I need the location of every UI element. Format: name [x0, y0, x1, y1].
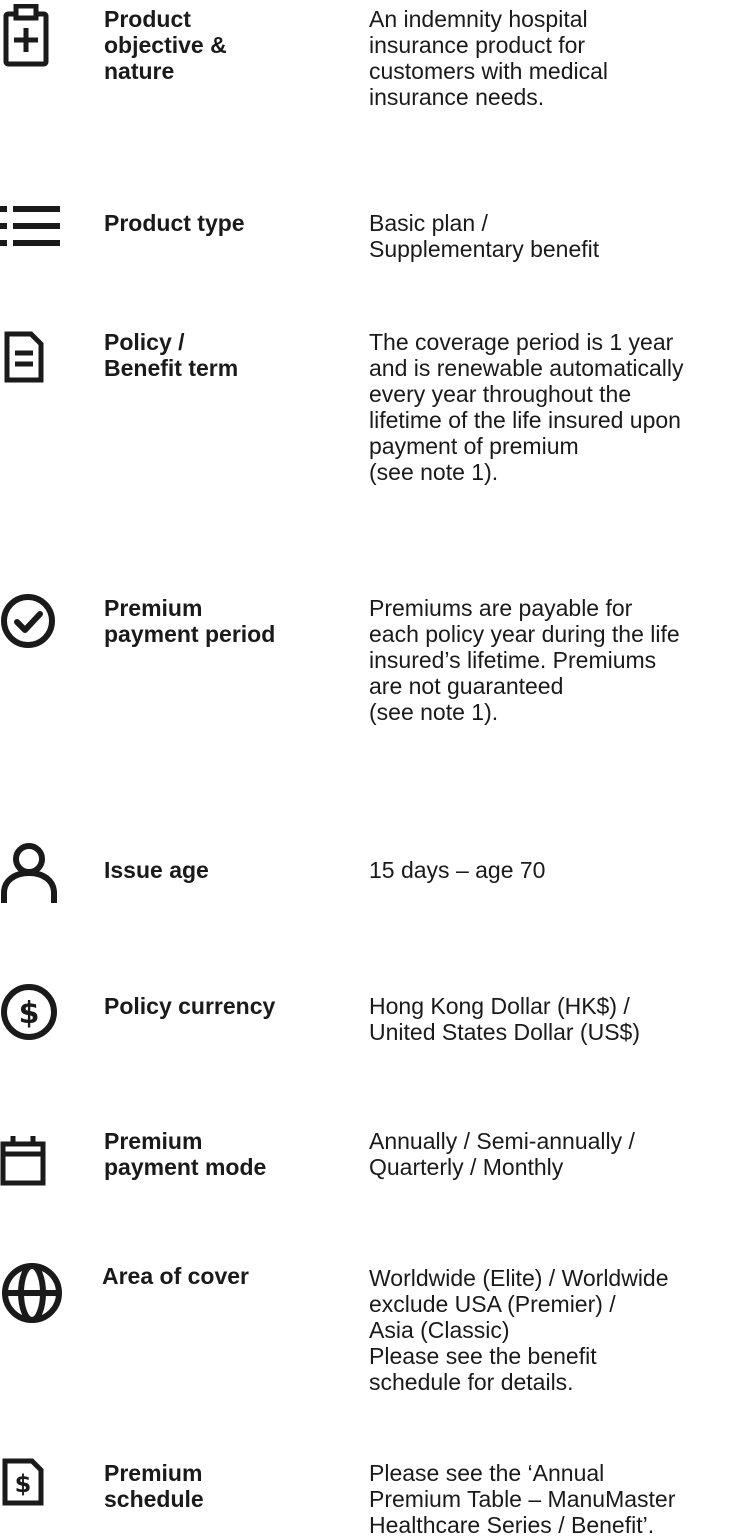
row-value: Hong Kong Dollar (HK$) / United States D… [369, 993, 640, 1045]
dollar-document-icon: $ [2, 1458, 44, 1506]
row-value: An indemnity hospital insurance product … [369, 6, 609, 110]
svg-text:$: $ [19, 996, 40, 1031]
row-label: Product objective & nature [104, 6, 227, 84]
row-label: Premium schedule [104, 1460, 204, 1512]
row-label: Policy currency [104, 993, 276, 1019]
dollar-circle-icon: $ [0, 983, 60, 1043]
person-icon [0, 843, 58, 903]
row-label: Product type [104, 210, 245, 236]
row-value: Annually / Semi-annually / Quarterly / M… [369, 1128, 635, 1180]
row-label: Premium payment mode [104, 1128, 267, 1180]
row-label: Premium payment period [104, 595, 276, 647]
row-value: Please see the ‘Annual Premium Table – M… [369, 1460, 676, 1538]
row-label: Policy / Benefit term [104, 329, 239, 381]
document-icon [4, 331, 44, 383]
check-circle-icon [0, 593, 60, 653]
row-label: Issue age [104, 857, 209, 883]
row-label: Area of cover [102, 1263, 250, 1289]
calendar-icon [0, 1134, 46, 1186]
row-value: Basic plan / Supplementary benefit [369, 210, 600, 262]
svg-text:$: $ [15, 1470, 32, 1498]
list-icon [0, 202, 60, 250]
medical-clipboard-icon [2, 4, 50, 68]
globe-icon [0, 1261, 64, 1325]
row-value: The coverage period is 1 year and is ren… [369, 329, 684, 485]
product-summary-page: Product objective & nature An indemnity … [0, 0, 736, 1538]
row-value: 15 days – age 70 [369, 857, 546, 883]
row-value: Worldwide (Elite) / Worldwide exclude US… [369, 1265, 669, 1395]
row-value: Premiums are payable for each policy yea… [369, 595, 680, 725]
